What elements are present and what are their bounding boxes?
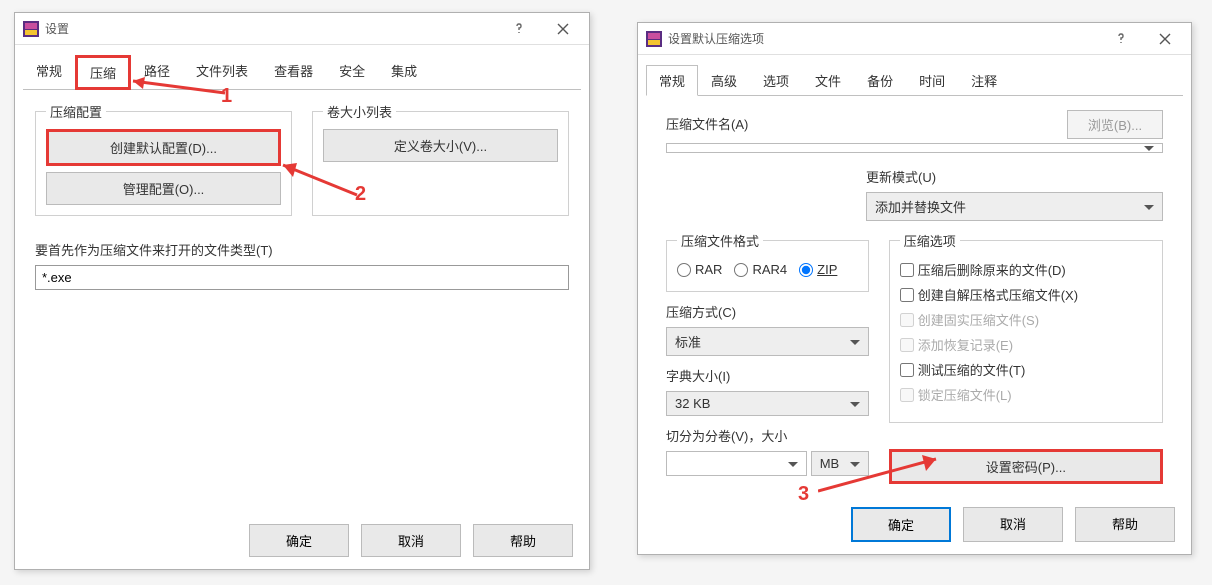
ok-button[interactable]: 确定 [851,507,951,542]
titlebar: 设置 [15,13,589,45]
help-button-footer[interactable]: 帮助 [473,524,573,557]
define-volume-button[interactable]: 定义卷大小(V)... [323,129,558,162]
group-compress-config-label: 压缩配置 [46,102,106,121]
archive-name-label: 压缩文件名(A) [666,114,1057,133]
split-unit-select[interactable]: MB [811,451,869,476]
check-recovery: 添加恢复记录(E) [900,335,1152,354]
group-options: 压缩选项 压缩后删除原来的文件(D) 创建自解压格式压缩文件(X) 创建固实压缩… [889,231,1163,423]
tab-options[interactable]: 选项 [750,65,802,96]
radio-rar[interactable]: RAR [677,262,722,277]
method-select[interactable]: 标准 [666,327,869,356]
tab-backup[interactable]: 备份 [854,65,906,96]
split-label: 切分为分卷(V)，大小 [666,426,869,445]
cancel-button[interactable]: 取消 [361,524,461,557]
tab-paths[interactable]: 路径 [131,55,183,90]
check-delete[interactable]: 压缩后删除原来的文件(D) [900,260,1152,279]
group-format-label: 压缩文件格式 [677,231,763,250]
default-compress-dialog: 设置默认压缩选项 常规 高级 选项 文件 备份 时间 注释 压缩文件名(A) 浏… [637,22,1192,555]
help-button-footer[interactable]: 帮助 [1075,507,1175,542]
tab-files[interactable]: 文件 [802,65,854,96]
set-password-button[interactable]: 设置密码(P)... [889,449,1163,484]
settings-dialog: 设置 常规 压缩 路径 文件列表 查看器 安全 集成 压缩配置 创建默认配置(D… [14,12,590,570]
app-icon [646,31,662,47]
ok-button[interactable]: 确定 [249,524,349,557]
update-mode-label: 更新模式(U) [866,167,1163,186]
radio-zip[interactable]: ZIP [799,262,837,277]
check-sfx[interactable]: 创建自解压格式压缩文件(X) [900,285,1152,304]
dialog-footer: 确定 取消 帮助 [851,507,1175,542]
filetypes-input[interactable] [35,265,569,290]
help-button[interactable] [497,14,541,44]
filetypes-label: 要首先作为压缩文件来打开的文件类型(T) [35,240,569,259]
browse-button: 浏览(B)... [1067,110,1163,139]
tab-general[interactable]: 常规 [646,65,698,96]
close-button[interactable] [541,14,585,44]
close-button[interactable] [1143,24,1187,54]
create-default-button[interactable]: 创建默认配置(D)... [46,129,281,166]
split-size-combo[interactable] [666,451,807,476]
tabstrip: 常规 压缩 路径 文件列表 查看器 安全 集成 [15,45,589,90]
cancel-button[interactable]: 取消 [963,507,1063,542]
group-volume-label: 卷大小列表 [323,102,396,121]
radio-rar4[interactable]: RAR4 [734,262,787,277]
manage-config-button[interactable]: 管理配置(O)... [46,172,281,205]
tab-viewer[interactable]: 查看器 [261,55,326,90]
tab-comment[interactable]: 注释 [958,65,1010,96]
tab-security[interactable]: 安全 [326,55,378,90]
titlebar: 设置默认压缩选项 [638,23,1191,55]
check-test[interactable]: 测试压缩的文件(T) [900,360,1152,379]
app-icon [23,21,39,37]
group-compress-config: 压缩配置 创建默认配置(D)... 管理配置(O)... [35,102,292,216]
dict-select[interactable]: 32 KB [666,391,869,416]
tab-time[interactable]: 时间 [906,65,958,96]
method-label: 压缩方式(C) [666,302,869,321]
help-button[interactable] [1099,24,1143,54]
dialog-title: 设置默认压缩选项 [668,30,1099,47]
update-mode-select[interactable]: 添加并替换文件 [866,192,1163,221]
tab-integration[interactable]: 集成 [378,55,430,90]
group-volume-list: 卷大小列表 定义卷大小(V)... [312,102,569,216]
tab-compression[interactable]: 压缩 [75,55,131,90]
archive-name-combo[interactable] [666,143,1163,153]
dict-label: 字典大小(I) [666,366,869,385]
tabstrip: 常规 高级 选项 文件 备份 时间 注释 [638,55,1191,96]
tab-advanced[interactable]: 高级 [698,65,750,96]
group-format: 压缩文件格式 RAR RAR4 ZIP [666,231,869,292]
tab-filelist[interactable]: 文件列表 [183,55,261,90]
dialog-footer: 确定 取消 帮助 [249,524,573,557]
check-solid: 创建固实压缩文件(S) [900,310,1152,329]
check-lock: 锁定压缩文件(L) [900,385,1152,404]
tab-general[interactable]: 常规 [23,55,75,90]
group-options-label: 压缩选项 [900,231,960,250]
dialog-title: 设置 [45,20,497,37]
